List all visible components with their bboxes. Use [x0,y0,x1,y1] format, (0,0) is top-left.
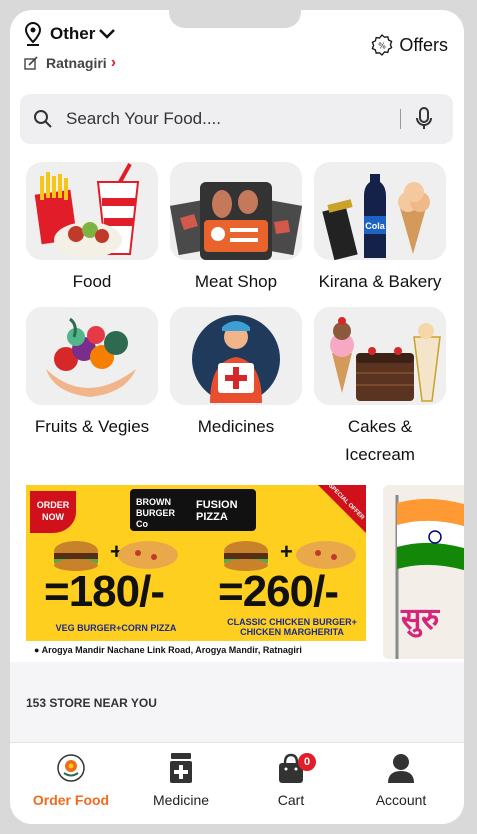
user-icon [388,754,414,783]
category-kirana-bakery[interactable]: Cola Kirana & Bakery [314,162,446,296]
special-offer-ribbon: SPECIAL OFFER [318,485,366,533]
special-offer-label: SPECIAL OFFER [326,485,366,522]
cakes-icecream-image [314,307,446,405]
category-medicines[interactable]: Medicines [170,307,302,441]
location-pin-icon [24,22,42,46]
microphone-icon[interactable] [415,107,433,131]
offers-button[interactable]: % Offers [371,34,448,56]
search-icon [34,110,52,128]
stores-section: 153 STORE NEAR YOU [10,662,464,742]
app-screen: Other Ratnagiri › % Offers Search Your F… [10,10,464,824]
brand-left-label: BROWN BURGER Co [136,497,176,529]
tab-account[interactable]: Account [346,753,456,808]
stores-count-label: 153 STORE NEAR YOU [26,696,157,710]
category-label: Cakes & Icecream [345,417,415,464]
discount-badge-icon: % [371,34,393,56]
search-input[interactable] [64,108,388,130]
search-divider [400,109,401,129]
chevron-right-icon: › [110,54,117,71]
tab-medicine[interactable]: Medicine [126,753,236,808]
offers-label: Offers [399,34,448,55]
price-chicken-combo: =260/- [218,567,339,616]
order-now-tag: ORDER NOW [30,491,76,533]
city-label: Ratnagiri [46,55,107,71]
category-cakes-icecream[interactable]: Cakes & Icecream [314,307,446,469]
bottom-tab-bar: Order Food Medicine 0 Cart Account [10,742,464,824]
search-bar [20,94,453,144]
city-selector[interactable]: Ratnagiri › [24,54,116,72]
order-food-icon [57,754,85,782]
banner-address-text: Arogya Mandir Nachane Link Road, Arogya … [41,645,302,655]
chevron-down-icon [99,29,116,39]
svg-text:+: + [280,539,293,564]
tab-cart[interactable]: 0 Cart [236,753,346,808]
brand-right-label: FUSION PIZZA [196,499,238,523]
category-label: Meat Shop [194,272,278,291]
category-label: Kirana & Bakery [318,272,442,291]
category-food[interactable]: Food [26,162,158,296]
medicines-image [170,307,302,405]
location-pin-icon: ● [34,645,40,655]
tab-label: Medicine [152,792,210,808]
brand-logos: BROWN BURGER Co FUSION PIZZA [130,489,256,531]
food-image [26,162,158,260]
category-fruits-vegies[interactable]: Fruits & Vegies [26,307,158,441]
promo-banner-flag[interactable]: सुरु [383,485,464,659]
location-label: Other [50,24,96,43]
cart-count-badge: 0 [298,753,316,771]
svg-text:Cola: Cola [365,221,385,231]
fruits-vegies-image [26,307,158,405]
banner-address: ● Arogya Mandir Nachane Link Road, Arogy… [26,641,366,659]
promo-carousel[interactable]: ORDER NOW BROWN BURGER Co FUSION PIZZA S… [26,485,464,660]
edit-icon [24,56,38,70]
device-notch [169,10,301,28]
caption-chicken-combo: CLASSIC CHICKEN BURGER+ CHICKEN MARGHERI… [227,617,357,637]
promo-banner-burger-pizza[interactable]: ORDER NOW BROWN BURGER Co FUSION PIZZA S… [26,485,366,659]
category-meat-shop[interactable]: Meat Shop [170,162,302,296]
price-veg-combo: =180/- [44,567,165,616]
tab-label: Cart [277,792,305,808]
category-label: Medicines [197,417,275,436]
tab-order-food[interactable]: Order Food [16,753,126,808]
banner2-text: सुरु [401,603,440,636]
medicine-icon [170,753,192,783]
location-selector[interactable]: Other [24,22,116,46]
tab-label: Order Food [32,792,110,808]
category-label: Food [72,272,112,291]
category-label: Fruits & Vegies [34,417,150,436]
tab-label: Account [375,792,427,808]
meat-shop-image [170,162,302,260]
kirana-bakery-image: Cola [314,162,446,260]
svg-text:%: % [379,42,387,51]
caption-veg-combo: VEG BURGER+CORN PIZZA [55,623,177,633]
